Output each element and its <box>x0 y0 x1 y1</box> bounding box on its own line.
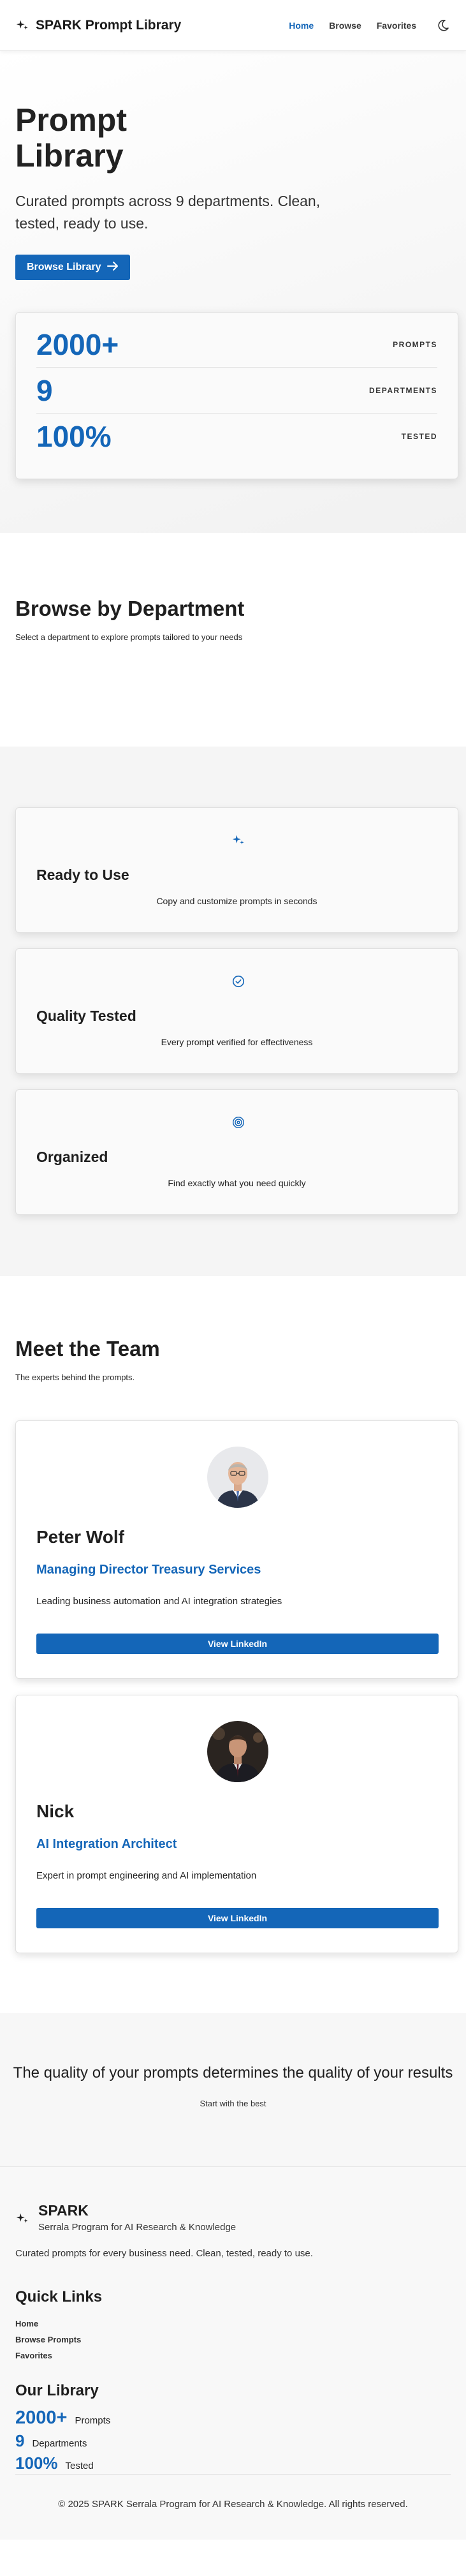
stat-row: 9 DEPARTMENTS <box>36 368 437 413</box>
feature-title: Ready to Use <box>36 867 129 883</box>
hero-title: Prompt Library <box>15 102 127 174</box>
target-icon <box>231 1115 245 1129</box>
browse-library-button[interactable]: Browse Library <box>15 255 131 280</box>
library-stat-label: Departments <box>32 2438 87 2449</box>
feature-title: Quality Tested <box>36 1008 136 1024</box>
nav-browse-link[interactable]: Browse <box>329 20 361 31</box>
footer: SPARK Serrala Program for AI Research & … <box>0 2166 466 2540</box>
feature-description: Copy and customize prompts in seconds <box>156 896 317 906</box>
hero-section: Prompt Library Curated prompts across 9 … <box>0 51 466 533</box>
brand-link[interactable]: SPARK Prompt Library <box>15 18 181 33</box>
arrow-right-icon <box>107 261 119 274</box>
footer-link-favorites[interactable]: Favorites <box>15 2351 451 2360</box>
footer-tagline: Curated prompts for every business need.… <box>15 2248 313 2259</box>
footer-brand-name: SPARK <box>38 2202 89 2219</box>
stat-label: TESTED <box>401 432 437 441</box>
library-stat: 9 Departments <box>15 2431 451 2451</box>
stat-value: 2000+ <box>36 327 119 361</box>
team-section: Meet the Team The experts behind the pro… <box>0 1276 466 2013</box>
feature-description: Every prompt verified for effectiveness <box>161 1037 313 1047</box>
member-bio: Leading business automation and AI integ… <box>36 1596 282 1607</box>
moon-icon[interactable] <box>435 18 451 33</box>
stats-card: 2000+ PROMPTS 9 DEPARTMENTS 100% TESTED <box>15 312 458 479</box>
departments-section: Browse by Department Select a department… <box>0 533 466 747</box>
avatar <box>207 1447 268 1508</box>
library-title: Our Library <box>15 2382 99 2399</box>
feature-title: Organized <box>36 1149 108 1165</box>
library-stat-value: 2000+ <box>15 2408 68 2428</box>
brand-name: SPARK Prompt Library <box>36 17 182 33</box>
library-stat-value: 100% <box>15 2453 58 2473</box>
avatar <box>207 1721 268 1782</box>
library-stat-label: Prompts <box>75 2415 111 2426</box>
nav-home-link[interactable]: Home <box>289 20 314 31</box>
library-stat: 2000+ Prompts <box>15 2408 451 2429</box>
main-nav: Home Browse Favorites <box>289 18 451 33</box>
footer-brand: SPARK Serrala Program for AI Research & … <box>15 2202 451 2233</box>
check-circle-icon <box>231 974 245 988</box>
team-cards: Peter Wolf Managing Director Treasury Se… <box>15 1420 458 1953</box>
quote-section: The quality of your prompts determines t… <box>0 2013 466 2166</box>
feature-card-organized: Organized Find exactly what you need qui… <box>15 1089 458 1215</box>
stat-value: 9 <box>36 373 53 407</box>
library-stat: 100% Tested <box>15 2453 451 2473</box>
copyright: © 2025 SPARK Serrala Program for AI Rese… <box>15 2474 451 2510</box>
team-member-card: Peter Wolf Managing Director Treasury Se… <box>15 1420 458 1679</box>
footer-link-home[interactable]: Home <box>15 2319 451 2328</box>
stat-row: 2000+ PROMPTS <box>36 322 437 368</box>
feature-card-ready: Ready to Use Copy and customize prompts … <box>15 807 458 933</box>
departments-subtitle: Select a department to explore prompts t… <box>15 632 243 642</box>
team-title: Meet the Team <box>15 1337 160 1360</box>
sparkle-icon <box>15 2212 29 2226</box>
team-member-card: Nick AI Integration Architect Expert in … <box>15 1695 458 1953</box>
feature-card-quality: Quality Tested Every prompt verified for… <box>15 948 458 1074</box>
stat-value: 100% <box>36 420 112 453</box>
quick-links-title: Quick Links <box>15 2288 103 2305</box>
features-section: Ready to Use Copy and customize prompts … <box>0 747 466 1276</box>
hero-subtitle: Curated prompts across 9 departments. Cl… <box>15 193 321 232</box>
view-linkedin-button[interactable]: View LinkedIn <box>36 1634 439 1654</box>
departments-title: Browse by Department <box>15 597 245 620</box>
quick-links: Home Browse Prompts Favorites <box>15 2319 451 2360</box>
member-role: AI Integration Architect <box>36 1837 177 1851</box>
view-linkedin-button[interactable]: View LinkedIn <box>36 1908 439 1928</box>
sparkle-icon <box>231 833 245 847</box>
browse-library-label: Browse Library <box>27 262 101 272</box>
feature-description: Find exactly what you need quickly <box>168 1178 306 1188</box>
footer-brand-fullname: Serrala Program for AI Research & Knowle… <box>38 2222 237 2233</box>
top-nav-bar: SPARK Prompt Library Home Browse Favorit… <box>0 0 466 51</box>
library-stat-value: 9 <box>15 2431 25 2450</box>
footer-brand-text: SPARK Serrala Program for AI Research & … <box>38 2202 236 2233</box>
member-bio: Expert in prompt engineering and AI impl… <box>36 1870 257 1881</box>
footer-link-browse-prompts[interactable]: Browse Prompts <box>15 2335 451 2344</box>
stat-label: DEPARTMENTS <box>369 385 437 395</box>
sparkle-icon <box>15 19 29 33</box>
quote-subtitle: Start with the best <box>200 2099 266 2108</box>
member-name: Peter Wolf <box>36 1527 124 1547</box>
library-stat-label: Tested <box>65 2461 94 2471</box>
nav-favorites-link[interactable]: Favorites <box>377 20 416 31</box>
member-name: Nick <box>36 1801 75 1821</box>
stat-label: PROMPTS <box>393 339 437 349</box>
team-subtitle: The experts behind the prompts. <box>15 1373 135 1382</box>
stat-row: 100% TESTED <box>36 413 437 459</box>
quote-text: The quality of your prompts determines t… <box>13 2064 453 2081</box>
member-role: Managing Director Treasury Services <box>36 1563 261 1577</box>
